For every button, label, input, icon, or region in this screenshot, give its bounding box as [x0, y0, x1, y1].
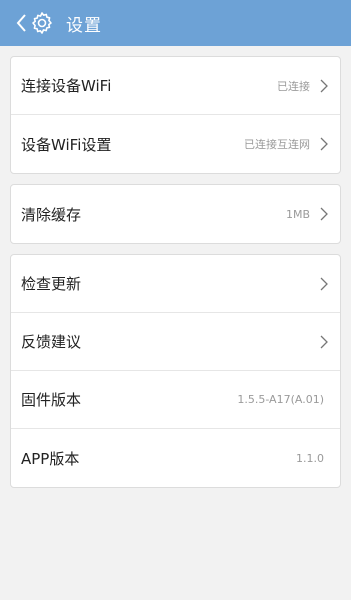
firmware-version-row: 固件版本 1.5.5-A17(A.01) — [11, 371, 340, 429]
chevron-right-icon — [320, 207, 328, 221]
chevron-left-icon — [16, 14, 26, 32]
row-value: 已连接 — [277, 79, 310, 93]
check-update-row[interactable]: 检查更新 — [11, 255, 340, 313]
chevron-right-icon — [320, 137, 328, 151]
chevron-right-icon — [320, 335, 328, 348]
firmware-version-value: 1.5.5-A17(A.01) — [237, 393, 324, 406]
clear-cache-row[interactable]: 清除缓存 1MB — [11, 185, 340, 243]
chevron-right-icon — [320, 277, 328, 290]
connect-device-wifi-row[interactable]: 连接设备WiFi 已连接 — [11, 57, 340, 115]
device-wifi-settings-row[interactable]: 设备WiFi设置 已连接互连网 — [11, 115, 340, 173]
feedback-row[interactable]: 反馈建议 — [11, 313, 340, 371]
network-settings-group: 连接设备WiFi 已连接 设备WiFi设置 已连接互连网 — [10, 56, 341, 174]
app-version-row: APP版本 1.1.0 — [11, 429, 340, 487]
row-value: 1MB — [285, 207, 310, 221]
cache-group: 清除缓存 1MB — [10, 184, 341, 244]
about-group: 检查更新 反馈建议 固件版本 1.5.5-A17(A.01) APP版本 1.1… — [10, 254, 341, 488]
row-value: 已连接互连网 — [244, 138, 310, 151]
row-label: 固件版本 — [21, 391, 82, 409]
back-button[interactable] — [14, 11, 54, 35]
chevron-right-icon — [320, 79, 328, 92]
gear-icon — [32, 12, 52, 34]
row-label: 连接设备WiFi — [21, 77, 112, 95]
row-label: APP版本 — [21, 449, 80, 468]
app-version-value: 1.1.0 — [296, 451, 324, 465]
page-title: 设置 — [66, 15, 102, 36]
app-header: 设置 — [0, 0, 351, 46]
row-label: 清除缓存 — [21, 205, 82, 224]
row-label: 反馈建议 — [21, 333, 82, 351]
row-label: 检查更新 — [21, 275, 82, 293]
row-label: 设备WiFi设置 — [21, 135, 112, 154]
